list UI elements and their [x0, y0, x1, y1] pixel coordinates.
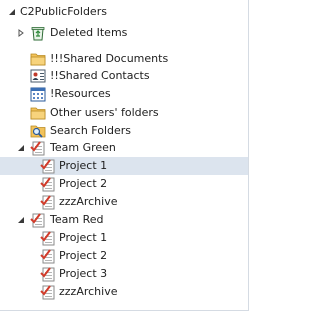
contacts-icon: [30, 68, 46, 84]
collapsed-arrow-icon[interactable]: [16, 28, 26, 38]
group-label: Team Red: [50, 213, 104, 226]
folder-shared-contacts[interactable]: !!Shared Contacts: [0, 67, 248, 85]
tasks-icon: [30, 212, 46, 228]
root-label: C2PublicFolders: [20, 5, 107, 18]
folder-label: Project 2: [59, 177, 108, 190]
tasks-icon: [40, 284, 56, 300]
group-team-red[interactable]: Team Red: [0, 211, 248, 229]
task-folder-team-red-project-3[interactable]: Project 3: [0, 265, 248, 283]
tasks-icon: [40, 176, 56, 192]
expanded-arrow-icon[interactable]: [7, 7, 17, 17]
tasks-icon: [40, 230, 56, 246]
calendar-icon: [30, 86, 46, 102]
folder-label: zzzArchive: [59, 195, 118, 208]
group-label: Team Green: [50, 141, 116, 154]
folder-label: !!Shared Contacts: [50, 69, 150, 82]
folder-icon: [30, 105, 46, 121]
folder-label: Project 2: [59, 249, 108, 262]
task-folder-team-red-project-2[interactable]: Project 2: [0, 247, 248, 265]
tasks-icon: [40, 248, 56, 264]
search-folder-icon: [30, 123, 46, 139]
task-folder-team-green-project-1[interactable]: Project 1: [0, 157, 248, 175]
folder-label: zzzArchive: [59, 285, 118, 298]
tree-root[interactable]: C2PublicFolders: [0, 3, 248, 21]
folder-label: Deleted Items: [50, 26, 128, 39]
tasks-icon: [30, 140, 46, 156]
recycle-bin-icon: [30, 25, 46, 41]
tasks-icon: [40, 158, 56, 174]
folder-label: Project 1: [59, 231, 108, 244]
folder-label: !!!Shared Documents: [50, 52, 169, 65]
folder-pane: C2PublicFolders Deleted Items !!!Shared …: [0, 0, 249, 311]
folder-label: Project 1: [59, 159, 108, 172]
folder-icon: [30, 51, 46, 67]
task-folder-team-green-project-2[interactable]: Project 2: [0, 175, 248, 193]
folder-resources[interactable]: !Resources: [0, 85, 248, 103]
folder-label: Project 3: [59, 267, 108, 280]
folder-shared-documents[interactable]: !!!Shared Documents: [0, 50, 248, 68]
task-folder-team-red-archive[interactable]: zzzArchive: [0, 283, 248, 301]
task-folder-team-green-archive[interactable]: zzzArchive: [0, 193, 248, 211]
tasks-icon: [40, 194, 56, 210]
task-folder-team-red-project-1[interactable]: Project 1: [0, 229, 248, 247]
folder-search-folders[interactable]: Search Folders: [0, 122, 248, 140]
expanded-arrow-icon[interactable]: [16, 215, 26, 225]
expanded-arrow-icon[interactable]: [16, 143, 26, 153]
folder-label: !Resources: [50, 87, 111, 100]
folder-label: Search Folders: [50, 124, 132, 137]
folder-deleted-items[interactable]: Deleted Items: [0, 24, 248, 42]
folder-label: Other users' folders: [50, 106, 159, 119]
tasks-icon: [40, 266, 56, 282]
group-team-green[interactable]: Team Green: [0, 139, 248, 157]
folder-other-users[interactable]: Other users' folders: [0, 104, 248, 122]
